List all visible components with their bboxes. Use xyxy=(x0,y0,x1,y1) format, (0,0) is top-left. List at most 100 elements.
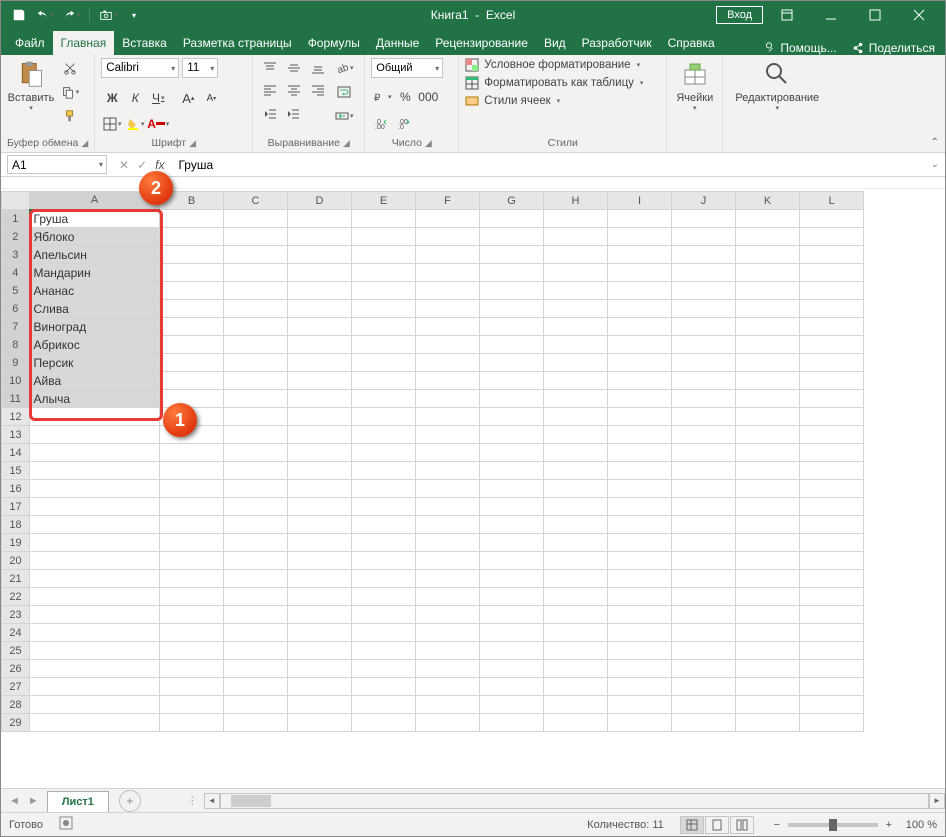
cell[interactable] xyxy=(160,300,224,318)
redo-icon[interactable]: ▾ xyxy=(61,5,81,25)
cell[interactable] xyxy=(672,534,736,552)
cell[interactable] xyxy=(736,588,800,606)
cell[interactable] xyxy=(544,390,608,408)
cell[interactable] xyxy=(416,390,480,408)
cell[interactable] xyxy=(224,336,288,354)
cell[interactable] xyxy=(288,246,352,264)
row-header[interactable]: 17 xyxy=(2,498,30,516)
cell[interactable] xyxy=(800,336,864,354)
cell[interactable] xyxy=(672,588,736,606)
cell[interactable] xyxy=(800,516,864,534)
cell[interactable] xyxy=(224,714,288,732)
cell[interactable] xyxy=(736,552,800,570)
cell[interactable] xyxy=(160,228,224,246)
zoom-out-button[interactable]: − xyxy=(770,819,784,831)
increase-indent-icon[interactable] xyxy=(282,104,304,124)
cell[interactable] xyxy=(160,372,224,390)
cell[interactable] xyxy=(736,210,800,228)
cell[interactable] xyxy=(608,228,672,246)
row-header[interactable]: 13 xyxy=(2,426,30,444)
cell[interactable] xyxy=(160,498,224,516)
borders-icon[interactable]: ▾ xyxy=(101,113,123,135)
cell[interactable] xyxy=(288,372,352,390)
cell[interactable] xyxy=(608,588,672,606)
cell[interactable] xyxy=(224,480,288,498)
cell[interactable] xyxy=(736,444,800,462)
cell[interactable] xyxy=(416,228,480,246)
cell[interactable] xyxy=(30,606,160,624)
cell[interactable] xyxy=(288,570,352,588)
cell[interactable] xyxy=(160,516,224,534)
cell[interactable] xyxy=(224,642,288,660)
cell[interactable] xyxy=(736,354,800,372)
cell[interactable] xyxy=(416,642,480,660)
cell[interactable] xyxy=(30,624,160,642)
cell[interactable] xyxy=(288,408,352,426)
cell[interactable] xyxy=(416,498,480,516)
row-header[interactable]: 25 xyxy=(2,642,30,660)
cell[interactable] xyxy=(544,480,608,498)
cell[interactable] xyxy=(288,444,352,462)
cell[interactable] xyxy=(288,462,352,480)
cell[interactable] xyxy=(736,714,800,732)
cell[interactable] xyxy=(160,336,224,354)
decrease-decimal-icon[interactable]: .00.0 xyxy=(394,112,416,134)
cell[interactable] xyxy=(480,336,544,354)
cell[interactable] xyxy=(224,300,288,318)
zoom-in-button[interactable]: + xyxy=(882,819,896,831)
cell[interactable] xyxy=(544,300,608,318)
cell[interactable] xyxy=(480,210,544,228)
orientation-icon[interactable]: ab▾ xyxy=(333,58,355,78)
cell[interactable] xyxy=(480,534,544,552)
cell[interactable] xyxy=(608,210,672,228)
cell[interactable] xyxy=(672,210,736,228)
cell[interactable] xyxy=(544,354,608,372)
cell[interactable] xyxy=(160,570,224,588)
cell[interactable] xyxy=(480,498,544,516)
cell[interactable] xyxy=(672,606,736,624)
cell[interactable] xyxy=(352,606,416,624)
row-header[interactable]: 12 xyxy=(2,408,30,426)
cell[interactable] xyxy=(352,300,416,318)
cell[interactable] xyxy=(160,606,224,624)
align-bottom-icon[interactable] xyxy=(307,58,329,78)
cell[interactable] xyxy=(416,606,480,624)
cell[interactable] xyxy=(672,246,736,264)
spreadsheet-grid[interactable]: ABCDEFGHIJKL1Груша2Яблоко3Апельсин4Манда… xyxy=(1,191,864,732)
col-header-D[interactable]: D xyxy=(288,192,352,210)
cell[interactable] xyxy=(800,264,864,282)
cell[interactable] xyxy=(544,246,608,264)
cell[interactable] xyxy=(160,714,224,732)
cell[interactable] xyxy=(480,714,544,732)
cell[interactable] xyxy=(544,714,608,732)
cell[interactable] xyxy=(288,498,352,516)
cell[interactable] xyxy=(416,318,480,336)
cell[interactable] xyxy=(224,246,288,264)
cell[interactable] xyxy=(416,264,480,282)
cell[interactable] xyxy=(736,480,800,498)
cell[interactable] xyxy=(352,462,416,480)
editing-button[interactable]: Редактирование ▾ xyxy=(729,58,825,112)
cell[interactable] xyxy=(480,390,544,408)
cell[interactable] xyxy=(416,426,480,444)
cell[interactable] xyxy=(416,210,480,228)
cell[interactable] xyxy=(416,624,480,642)
cell[interactable] xyxy=(224,516,288,534)
cell[interactable] xyxy=(608,516,672,534)
cancel-formula-icon[interactable]: ✕ xyxy=(119,158,129,172)
cell[interactable] xyxy=(544,516,608,534)
cell[interactable] xyxy=(480,408,544,426)
cell[interactable] xyxy=(736,534,800,552)
hscroll-track[interactable] xyxy=(220,793,929,809)
merge-icon[interactable]: ▾ xyxy=(333,106,355,126)
cell[interactable] xyxy=(544,426,608,444)
cell[interactable] xyxy=(672,498,736,516)
cell[interactable] xyxy=(672,444,736,462)
cell[interactable] xyxy=(352,282,416,300)
row-header[interactable]: 15 xyxy=(2,462,30,480)
cell[interactable] xyxy=(288,642,352,660)
cell[interactable] xyxy=(736,264,800,282)
cell[interactable] xyxy=(30,498,160,516)
row-header[interactable]: 6 xyxy=(2,300,30,318)
col-header-H[interactable]: H xyxy=(544,192,608,210)
